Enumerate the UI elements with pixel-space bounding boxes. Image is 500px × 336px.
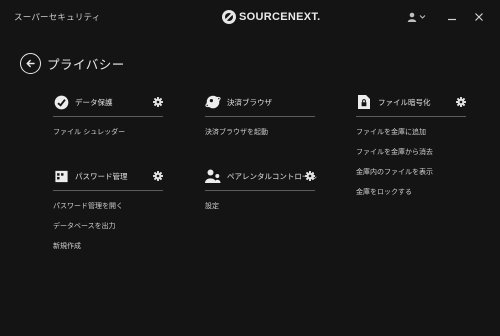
link-export-database[interactable]: データベースを出力: [53, 221, 163, 231]
page-header: プライバシー: [20, 52, 125, 74]
minimize-button[interactable]: [442, 7, 462, 27]
gear-icon[interactable]: [153, 171, 163, 181]
section-title: ファイル暗号化: [378, 97, 431, 107]
arrow-left-icon: [26, 59, 35, 67]
brand-logo: SOURCENEXT.: [222, 10, 321, 24]
page-title: プライバシー: [47, 56, 125, 72]
section-data-protect: データ保護 ファイル シュレッダー: [53, 94, 163, 147]
file-encryption-icon: [356, 94, 372, 110]
link-remove-file-from-vault[interactable]: ファイルを金庫から消去: [356, 147, 466, 157]
divider: [205, 116, 315, 117]
section-title: 決済ブラウザ: [227, 97, 272, 107]
data-protect-icon: [53, 94, 69, 110]
sourcenext-logo-icon: [222, 10, 236, 24]
divider: [53, 116, 163, 117]
user-icon: [407, 12, 417, 22]
section-title: パスワード管理: [75, 171, 128, 181]
user-menu[interactable]: [407, 11, 426, 23]
chevron-down-icon: [419, 15, 426, 19]
link-show-vault-files[interactable]: 金庫内のファイルを表示: [356, 167, 466, 177]
divider: [205, 190, 315, 191]
title-bar: スーパーセキュリティ SOURCENEXT.: [0, 0, 500, 34]
close-icon: [475, 13, 483, 21]
link-parental-settings[interactable]: 設定: [205, 201, 315, 211]
link-add-file-to-vault[interactable]: ファイルを金庫に追加: [356, 127, 466, 137]
browser-icon: [205, 94, 221, 110]
gear-icon[interactable]: [456, 97, 466, 107]
minimize-icon: [448, 18, 456, 21]
section-title: データ保護: [75, 97, 113, 107]
divider: [53, 190, 163, 191]
link-file-shredder[interactable]: ファイル シュレッダー: [53, 127, 163, 137]
brand-name: SOURCENEXT.: [239, 11, 321, 23]
close-button[interactable]: [469, 7, 489, 27]
app-title: スーパーセキュリティ: [14, 13, 101, 23]
back-button[interactable]: [20, 52, 41, 74]
link-open-password-manager[interactable]: パスワード管理を開く: [53, 201, 163, 211]
section-title: ペアレンタルコントロール: [227, 171, 317, 181]
gear-icon[interactable]: [153, 97, 163, 107]
section-password: パスワード管理 パスワード管理を開く データベースを出力 新規作成: [53, 168, 163, 261]
link-lock-vault[interactable]: 金庫をロックする: [356, 187, 466, 197]
section-browser: 決済ブラウザ 決済ブラウザを起動: [205, 94, 315, 147]
section-encryption: ファイル暗号化 ファイルを金庫に追加 ファイルを金庫から消去 金庫内のファイルを…: [356, 94, 466, 207]
link-create-new[interactable]: 新規作成: [53, 241, 163, 251]
link-launch-browser[interactable]: 決済ブラウザを起動: [205, 127, 315, 137]
password-icon: [53, 168, 69, 184]
divider: [356, 116, 466, 117]
gear-icon[interactable]: [305, 171, 315, 181]
section-parental: ペアレンタルコントロール 設定: [205, 168, 317, 221]
parental-control-icon: [205, 168, 221, 184]
